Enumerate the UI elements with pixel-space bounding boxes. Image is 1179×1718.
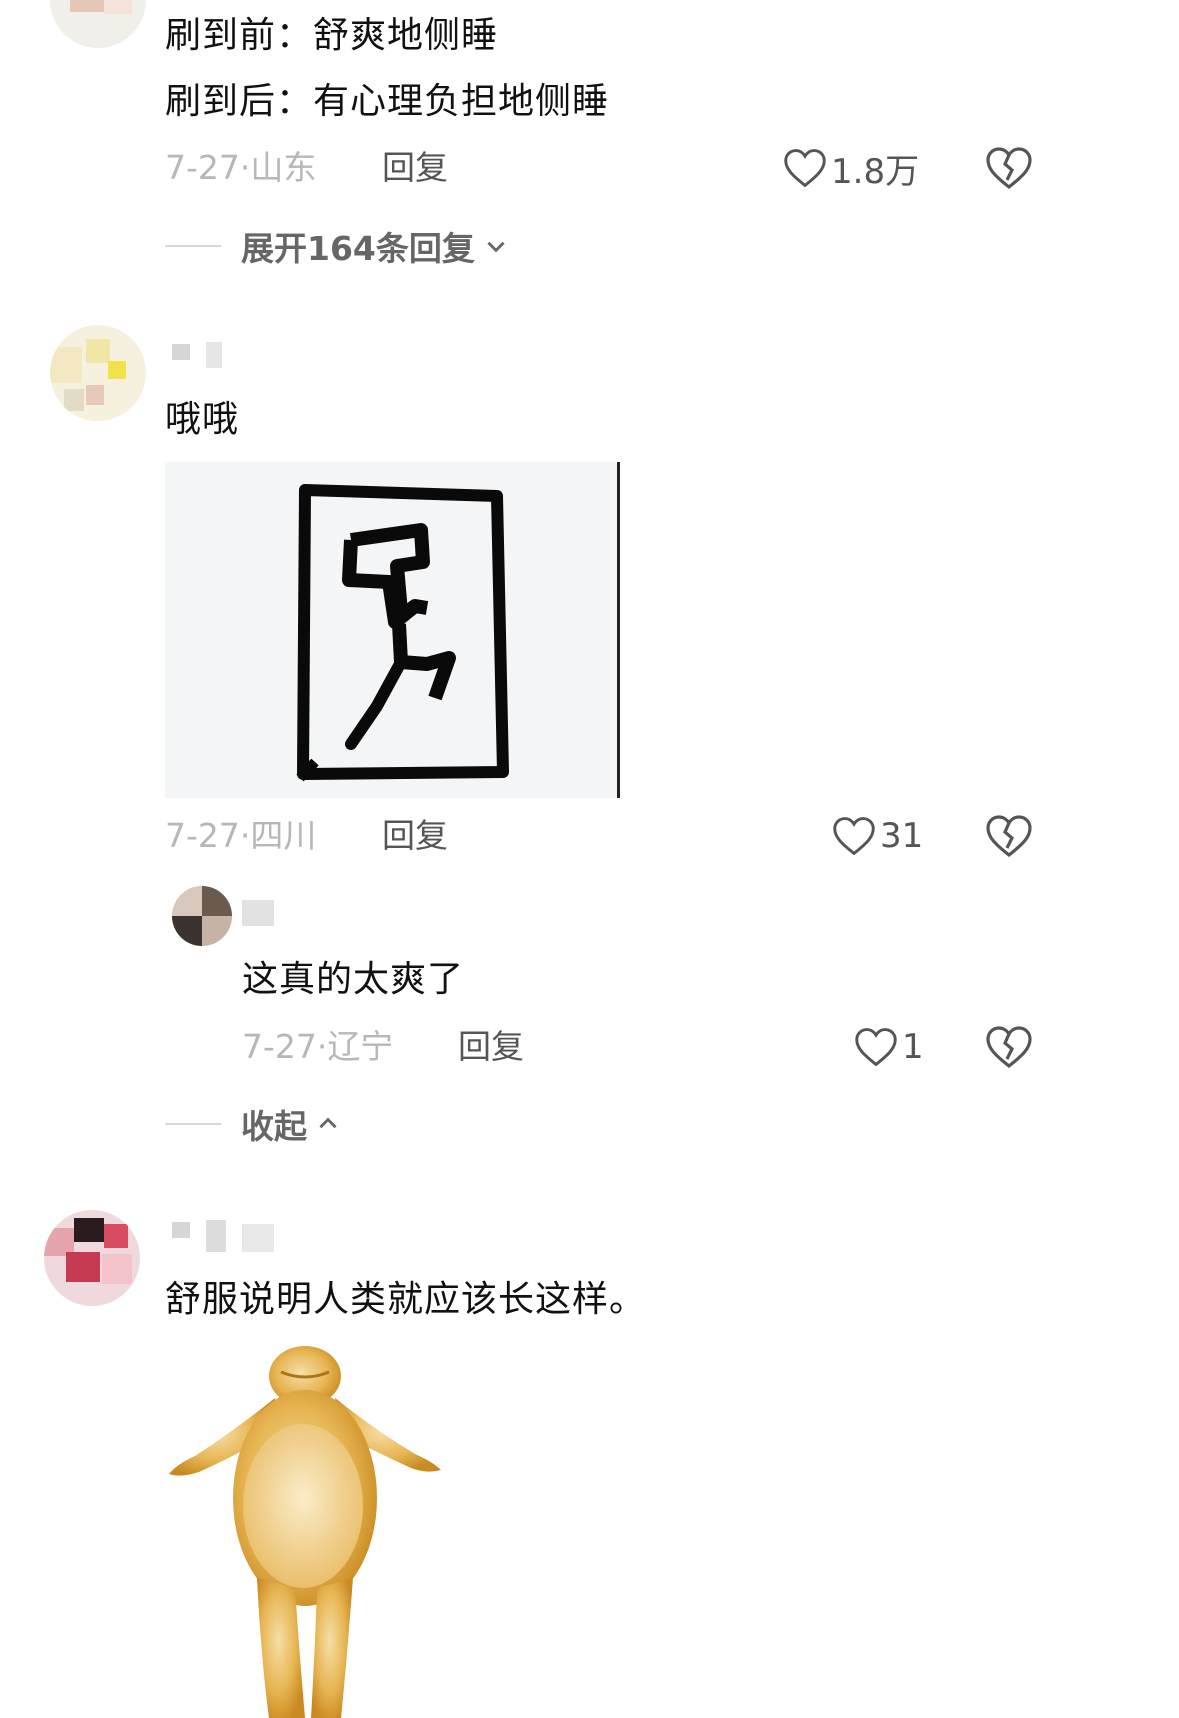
chevron-up-icon xyxy=(319,1117,337,1129)
chevron-down-icon xyxy=(487,241,505,253)
username-redacted[interactable] xyxy=(172,1218,282,1252)
reply-button[interactable]: 回复 xyxy=(382,148,448,188)
comment-location: 山东 xyxy=(250,148,317,187)
reply-button[interactable]: 回复 xyxy=(382,816,448,856)
avatar[interactable] xyxy=(50,325,146,421)
comment-text: 舒服说明人类就应该长这样。 xyxy=(165,1279,647,1320)
like-count: 1.8万 xyxy=(831,151,920,192)
collapse-replies-button[interactable]: 收起 xyxy=(165,1100,341,1148)
reply-button[interactable]: 回复 xyxy=(458,1027,524,1067)
like-button[interactable]: 1 xyxy=(854,1023,924,1071)
comment-text-line2: 刷到后：有心理负担地侧睡 xyxy=(165,81,610,122)
comment-text: 哦哦 xyxy=(165,399,240,440)
expand-replies-button[interactable]: 展开164条回复 xyxy=(165,222,509,270)
comment-image[interactable] xyxy=(165,462,620,798)
like-count: 1 xyxy=(902,1027,924,1067)
like-count: 31 xyxy=(880,816,924,856)
like-button[interactable]: 1.8万 xyxy=(783,144,919,192)
heart-icon xyxy=(784,149,826,188)
reply-meta: 7-27·辽宁 xyxy=(242,1027,394,1066)
dislike-icon[interactable] xyxy=(985,1023,1033,1071)
heart-icon xyxy=(855,1028,897,1067)
divider xyxy=(165,1123,221,1125)
reply-date: 7-27 xyxy=(242,1027,317,1066)
comment-image[interactable] xyxy=(165,1338,445,1718)
username-redacted[interactable] xyxy=(242,898,282,928)
comment-meta: 7-27·山东 xyxy=(165,148,317,187)
avatar[interactable] xyxy=(50,0,146,48)
3d-character-image xyxy=(169,1346,441,1718)
reply-location: 辽宁 xyxy=(327,1027,394,1066)
expand-replies-label: 展开164条回复 xyxy=(241,229,475,268)
avatar[interactable] xyxy=(172,886,232,946)
dislike-icon[interactable] xyxy=(985,812,1033,860)
divider xyxy=(165,245,221,247)
comment-text-line1: 刷到前：舒爽地侧睡 xyxy=(165,15,499,56)
like-button[interactable]: 31 xyxy=(832,812,923,860)
comment-date: 7-27 xyxy=(165,148,240,187)
collapse-replies-label: 收起 xyxy=(241,1107,307,1146)
stick-figure-sketch xyxy=(296,484,509,782)
avatar[interactable] xyxy=(44,1210,140,1306)
heart-icon xyxy=(833,817,875,856)
dislike-icon[interactable] xyxy=(985,144,1033,192)
comment-location: 四川 xyxy=(250,816,317,855)
reply-text: 这真的太爽了 xyxy=(242,959,465,1000)
comment-date: 7-27 xyxy=(165,816,240,855)
comment-meta: 7-27·四川 xyxy=(165,816,317,855)
username-redacted[interactable] xyxy=(172,340,232,370)
